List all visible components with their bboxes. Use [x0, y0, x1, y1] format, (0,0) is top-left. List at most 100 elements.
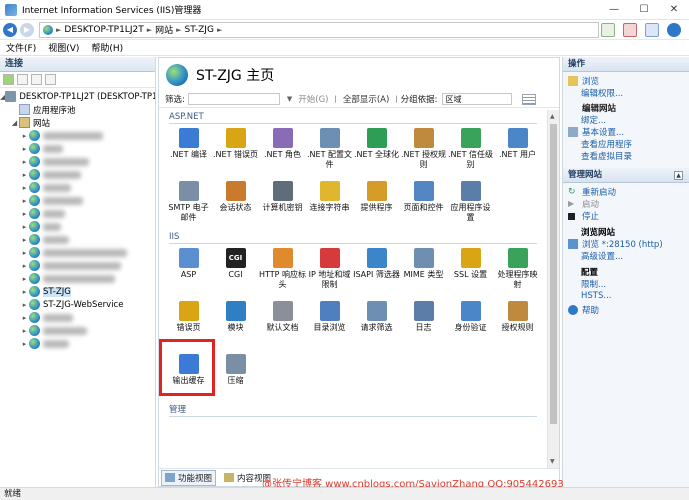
feature-logging[interactable]: 日志	[400, 297, 447, 350]
stop-icon[interactable]	[623, 22, 637, 37]
show-all-button[interactable]: 全部显示(A)	[343, 93, 389, 105]
expand-icon[interactable]: ▸	[20, 223, 29, 231]
new-connection-icon[interactable]	[3, 74, 14, 85]
home-icon[interactable]	[645, 22, 659, 37]
refresh-icon[interactable]	[601, 22, 615, 37]
maximize-button[interactable]: ☐	[629, 0, 659, 20]
expand-icon[interactable]: ▸	[20, 197, 29, 205]
expand-icon[interactable]: ▸	[20, 301, 29, 309]
action-basic-settings[interactable]: 基本设置...	[563, 126, 689, 138]
tree-item-server[interactable]: ◢ DESKTOP-TP1LJ2T (DESKTOP-TP1	[0, 90, 155, 103]
feature-providers[interactable]: 提供程序	[353, 177, 400, 230]
tree-item-blurred[interactable]: ▸	[0, 259, 155, 272]
feature-pages-controls[interactable]: 页面和控件	[400, 177, 447, 230]
expand-icon[interactable]: ▸	[20, 275, 29, 283]
expand-icon[interactable]: ▸	[20, 132, 29, 140]
feature-net-trust-levels[interactable]: .NET 信任级别	[447, 124, 494, 177]
expand-icon[interactable]: ▸	[20, 184, 29, 192]
feature-mime-types[interactable]: MIME 类型	[400, 244, 447, 297]
breadcrumb[interactable]: ► DESKTOP-TP1LJ2T ► 网站 ► ST-ZJG ►	[39, 21, 599, 38]
feature-net-globalization[interactable]: .NET 全球化	[353, 124, 400, 177]
feature-net-roles[interactable]: .NET 角色	[259, 124, 306, 177]
collapse-icon[interactable]: ▲	[674, 171, 683, 180]
minimize-button[interactable]: —	[599, 0, 629, 20]
feature-net-authorization[interactable]: .NET 授权规则	[400, 124, 447, 177]
collapse-icon[interactable]: ◢	[10, 119, 19, 127]
feature-ip-domain-restrictions[interactable]: IP 地址和域限制	[306, 244, 353, 297]
close-button[interactable]: ✕	[659, 0, 689, 20]
feature-ssl-settings[interactable]: SSL 设置	[447, 244, 494, 297]
group-by-select[interactable]: 区域	[441, 93, 512, 105]
expand-icon[interactable]: ▸	[20, 314, 29, 322]
tree-item-st-zjg-webservice[interactable]: ▸ ST-ZJG-WebService	[0, 298, 155, 311]
tree-item-app-pools[interactable]: 应用程序池	[0, 103, 155, 116]
breadcrumb-server[interactable]: DESKTOP-TP1LJ2T	[64, 25, 143, 35]
feature-handler-mappings[interactable]: 处理程序映射	[494, 244, 541, 297]
action-explore[interactable]: 浏览	[563, 75, 689, 87]
tree-item-blurred[interactable]: ▸	[0, 129, 155, 142]
tree-item-blurred[interactable]: ▸	[0, 181, 155, 194]
feature-machine-key[interactable]: 计算机密钥	[259, 177, 306, 230]
feature-session-state[interactable]: 会话状态	[212, 177, 259, 230]
expand-icon[interactable]: ▸	[20, 288, 29, 296]
action-edit-permissions[interactable]: 编辑权限...	[563, 87, 689, 99]
action-advanced-settings[interactable]: 高级设置...	[563, 250, 689, 262]
feature-request-filtering[interactable]: 请求筛选	[353, 297, 400, 350]
tab-features-view[interactable]: 功能视图	[161, 469, 217, 486]
forward-arrow-icon[interactable]: ▶	[20, 22, 34, 37]
save-icon[interactable]	[17, 74, 28, 85]
tree-item-blurred[interactable]: ▸	[0, 233, 155, 246]
expand-icon[interactable]: ▸	[20, 210, 29, 218]
expand-icon[interactable]: ▸	[20, 236, 29, 244]
action-limits[interactable]: 限制...	[563, 278, 689, 290]
scroll-up-icon[interactable]: ▲	[550, 113, 555, 120]
filter-dropdown-icon[interactable]: ▼	[287, 95, 292, 103]
feature-net-profile[interactable]: .NET 配置文件	[306, 124, 353, 177]
action-hsts[interactable]: HSTS...	[563, 290, 689, 302]
breadcrumb-site[interactable]: ST-ZJG	[185, 25, 214, 35]
action-help[interactable]: 帮助	[563, 304, 689, 316]
feature-http-response-headers[interactable]: HTTP 响应标头	[259, 244, 306, 297]
tree-item-blurred[interactable]: ▸	[0, 194, 155, 207]
tree-item-blurred[interactable]: ▸	[0, 311, 155, 324]
action-restart[interactable]: ↻ 重新启动	[563, 186, 689, 198]
delete-icon[interactable]	[45, 74, 56, 85]
feature-directory-browsing[interactable]: 目录浏览	[306, 297, 353, 350]
tree-item-blurred[interactable]: ▸	[0, 207, 155, 220]
expand-icon[interactable]: ▸	[20, 171, 29, 179]
action-view-apps[interactable]: 查看应用程序	[563, 138, 689, 150]
feature-authentication[interactable]: 身份验证	[447, 297, 494, 350]
vertical-scrollbar[interactable]: ▲ ▼	[547, 110, 559, 468]
feature-net-users[interactable]: .NET 用户	[494, 124, 541, 177]
scroll-down-icon[interactable]: ▼	[550, 458, 555, 465]
tree-item-blurred[interactable]: ▸	[0, 168, 155, 181]
action-view-vdirs[interactable]: 查看虚拟目录	[563, 150, 689, 162]
tree-item-st-zjg[interactable]: ▸ ST-ZJG	[0, 285, 155, 298]
feature-net-error-pages[interactable]: .NET 错误页	[212, 124, 259, 177]
expand-icon[interactable]: ▸	[20, 262, 29, 270]
tree-item-blurred[interactable]: ▸	[0, 142, 155, 155]
tree-item-blurred[interactable]: ▸	[0, 155, 155, 168]
feature-app-settings[interactable]: 应用程序设置	[447, 177, 494, 230]
tree-item-sites[interactable]: ◢ 网站	[0, 116, 155, 129]
feature-isapi-filters[interactable]: ISAPI 筛选器	[353, 244, 400, 297]
expand-icon[interactable]: ▸	[20, 145, 29, 153]
tree-item-blurred[interactable]: ▸	[0, 246, 155, 259]
feature-smtp-email[interactable]: SMTP 电子邮件	[165, 177, 212, 230]
tree-item-blurred[interactable]: ▸	[0, 337, 155, 350]
action-browse-port[interactable]: 浏览 *:28150 (http)	[563, 238, 689, 250]
view-mode-icon[interactable]	[521, 93, 536, 105]
expand-icon[interactable]: ▸	[20, 327, 29, 335]
tree-item-blurred[interactable]: ▸	[0, 324, 155, 337]
action-stop[interactable]: 停止	[563, 210, 689, 222]
breadcrumb-sites[interactable]: 网站	[155, 23, 173, 36]
feature-default-document[interactable]: 默认文档	[259, 297, 306, 350]
tree-item-blurred[interactable]: ▸	[0, 220, 155, 233]
help-icon[interactable]	[667, 22, 681, 37]
menu-file[interactable]: 文件(F)	[0, 41, 42, 54]
expand-icon[interactable]: ▸	[20, 340, 29, 348]
feature-modules[interactable]: 模块	[212, 297, 259, 350]
feature-cgi[interactable]: CGI CGI	[212, 244, 259, 297]
tree-item-blurred[interactable]: ▸	[0, 272, 155, 285]
action-start[interactable]: ▶ 启动	[563, 198, 689, 210]
